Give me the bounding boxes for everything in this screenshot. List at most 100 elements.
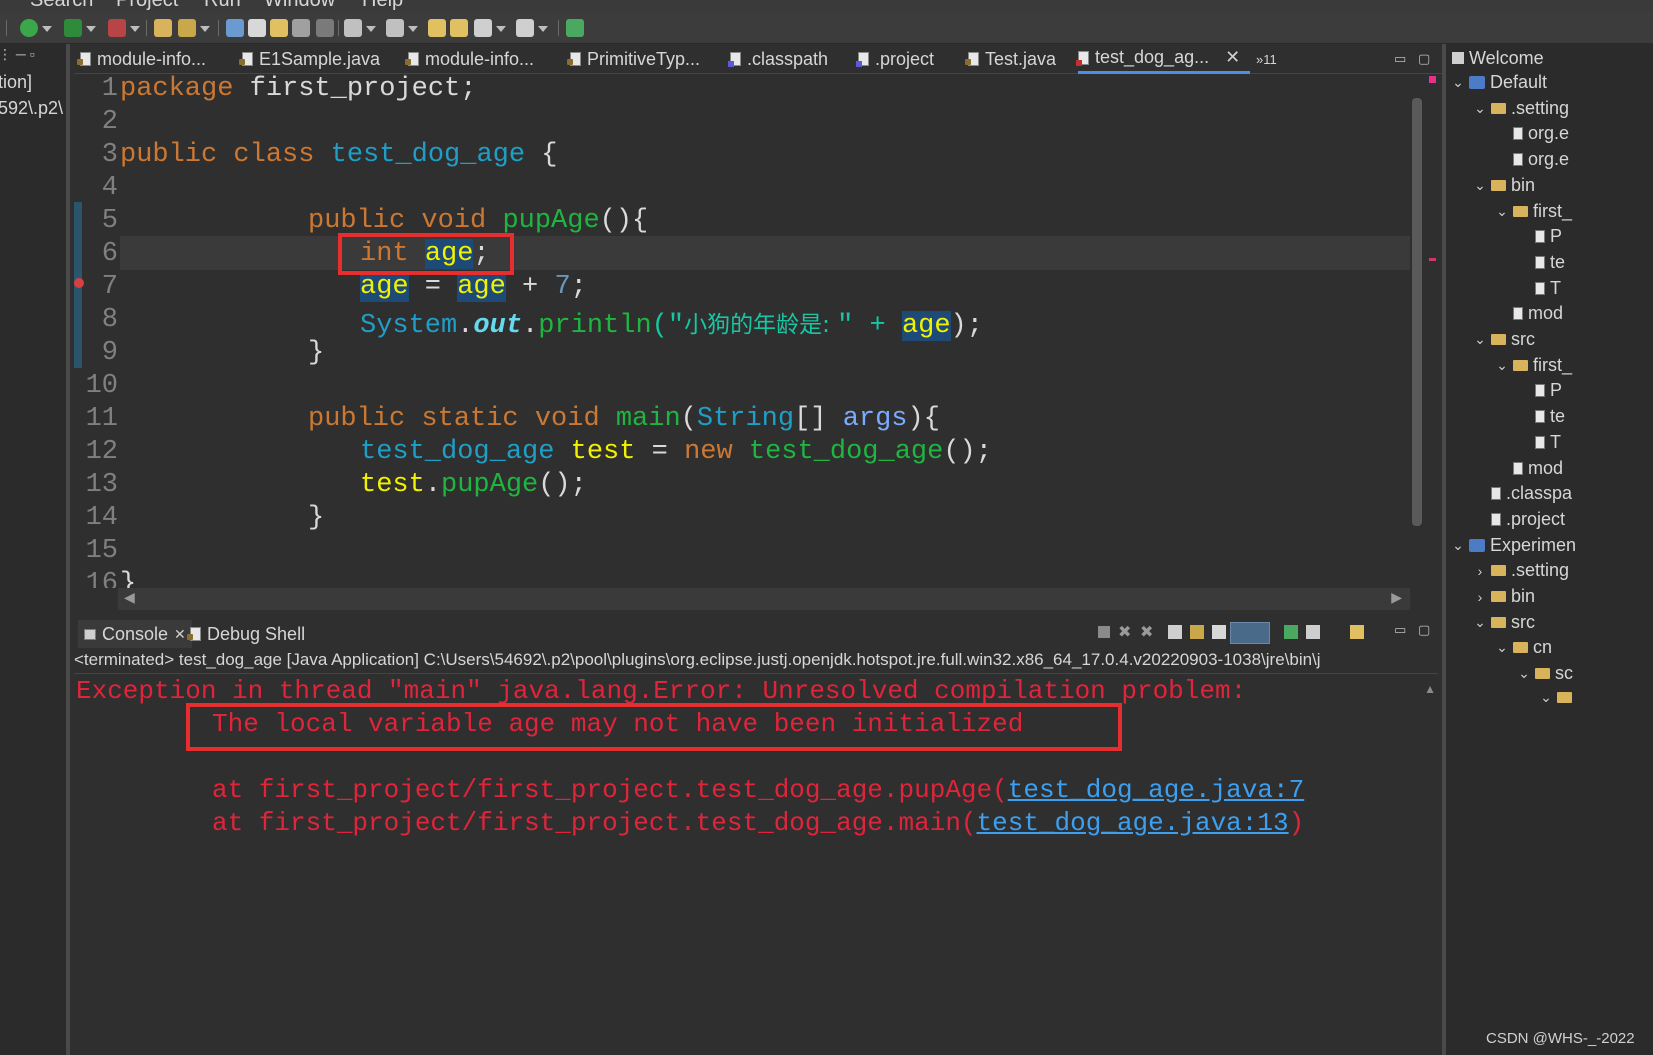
minimize-icon[interactable]: ▭	[1394, 44, 1406, 74]
menu-project[interactable]: Project	[116, 0, 178, 12]
show-console-toggle[interactable]	[1230, 622, 1270, 644]
block-select-icon[interactable]	[292, 19, 310, 37]
tab-console[interactable]: Console ✕	[78, 620, 192, 648]
tree-item[interactable]: .classpa	[1474, 483, 1572, 504]
debug-icon[interactable]	[20, 19, 52, 37]
tab-classpath[interactable]: .classpath	[728, 44, 828, 74]
tree-item[interactable]: ⌄ Default	[1452, 72, 1547, 93]
chevron-down-icon[interactable]: ⌄	[1452, 537, 1464, 554]
stack-frame-link[interactable]: test_dog_age.java:7	[1008, 775, 1304, 805]
coverage-icon[interactable]	[108, 19, 140, 37]
tab-test-dog-age[interactable]: test_dog_ag... ✕	[1076, 44, 1250, 74]
tree-item[interactable]: mod	[1496, 458, 1563, 479]
next-annotation-icon[interactable]	[344, 19, 376, 37]
brush-icon[interactable]	[178, 19, 210, 37]
tree-item[interactable]: te	[1518, 406, 1565, 427]
clear-console-icon[interactable]	[1168, 625, 1182, 639]
tree-item[interactable]: T	[1518, 278, 1561, 299]
minimize-icon[interactable]: ▭	[1394, 622, 1406, 638]
editor-horizontal-scrollbar[interactable]: ◀ ▶	[118, 588, 1410, 610]
menu-run[interactable]: Run	[204, 0, 241, 12]
tree-item[interactable]: P	[1518, 226, 1562, 247]
chevron-right-icon[interactable]: ›	[1474, 563, 1486, 579]
chevron-down-icon[interactable]: ⌄	[1496, 357, 1508, 374]
menu-help[interactable]: Help	[362, 0, 403, 12]
tree-item[interactable]: ⌄	[1540, 689, 1577, 706]
console-scroll-up-icon[interactable]: ▲	[1424, 682, 1436, 696]
open-perspective-icon[interactable]	[566, 19, 584, 37]
open-folder-icon[interactable]	[154, 19, 172, 37]
tree-item[interactable]: .project	[1474, 509, 1565, 530]
remove-all-icon[interactable]: ✖	[1140, 622, 1153, 642]
tree-item[interactable]: ⌄ src	[1474, 329, 1535, 350]
tree-item[interactable]: ⌄ Experimen	[1452, 535, 1576, 556]
tab-debug-shell[interactable]: Debug Shell	[187, 620, 305, 648]
whitespace-icon[interactable]	[316, 19, 334, 37]
stack-frame-link[interactable]: test_dog_age.java:13	[977, 808, 1289, 838]
tree-item[interactable]: ⌄ .setting	[1474, 98, 1569, 119]
chevron-down-icon[interactable]: ⌄	[1496, 639, 1508, 656]
forward-arrow-icon[interactable]	[516, 19, 548, 37]
more-tabs-button[interactable]: »11	[1256, 44, 1277, 74]
tab-project[interactable]: .project	[856, 44, 934, 74]
tree-item[interactable]: ⌄ src	[1474, 612, 1535, 633]
close-tab-icon[interactable]: ✕	[1225, 47, 1240, 68]
view-menu-icon[interactable]: ⋮ ─ ▫	[0, 46, 35, 63]
hierarchy-icon[interactable]	[226, 19, 244, 37]
maximize-icon[interactable]: ▢	[1418, 44, 1430, 74]
chevron-down-icon[interactable]: ⌄	[1474, 177, 1486, 194]
scroll-right-icon[interactable]: ▶	[1391, 589, 1402, 606]
terminate-icon[interactable]	[1098, 626, 1110, 638]
pin-console-icon[interactable]	[1284, 625, 1298, 639]
tree-item[interactable]: › bin	[1474, 586, 1535, 607]
tab-e1sample[interactable]: E1Sample.java	[239, 44, 380, 74]
chevron-down-icon[interactable]: ⌄	[1452, 74, 1464, 91]
tree-item[interactable]: org.e	[1496, 123, 1569, 144]
tab-module-info-2[interactable]: module-info...	[405, 44, 534, 74]
back-arrow-icon[interactable]	[474, 19, 506, 37]
line-number: 9	[101, 338, 118, 368]
maximize-icon[interactable]: ▢	[1418, 622, 1430, 638]
tree-item[interactable]: ⌄ first_	[1496, 355, 1572, 376]
close-tab-icon[interactable]: ✕	[174, 626, 186, 643]
chevron-down-icon[interactable]: ⌄	[1474, 331, 1486, 348]
chevron-down-icon[interactable]: ⌄	[1540, 689, 1552, 706]
chevron-down-icon[interactable]: ⌄	[1496, 203, 1508, 220]
scrollbar-thumb[interactable]	[1412, 98, 1422, 526]
chevron-down-icon[interactable]: ⌄	[1518, 665, 1530, 682]
remove-launch-icon[interactable]: ✖	[1118, 622, 1131, 642]
last-edit-icon[interactable]	[428, 19, 446, 37]
tree-item[interactable]: ⌄ bin	[1474, 175, 1535, 196]
tree-item[interactable]: te	[1518, 252, 1565, 273]
scroll-left-icon[interactable]: ◀	[124, 589, 135, 606]
tree-item[interactable]: mod	[1496, 303, 1563, 324]
error-overview-marker[interactable]	[1429, 258, 1436, 261]
chevron-right-icon[interactable]: ›	[1474, 589, 1486, 605]
tab-primitivetypes[interactable]: PrimitiveTyp...	[567, 44, 700, 74]
tab-test-java[interactable]: Test.java	[965, 44, 1056, 74]
forward-edit-icon[interactable]	[450, 19, 468, 37]
tab-module-info-1[interactable]: module-info...	[77, 44, 206, 74]
menu-search[interactable]: Search	[30, 0, 93, 12]
display-console-icon[interactable]	[1306, 625, 1320, 639]
tree-item[interactable]: T	[1518, 432, 1561, 453]
prev-annotation-icon[interactable]	[386, 19, 418, 37]
error-overview-marker[interactable]	[1429, 76, 1436, 83]
tab-welcome[interactable]: Welcome	[1452, 46, 1544, 70]
tree-item[interactable]: ⌄ cn	[1496, 637, 1552, 658]
mark-occurrences-icon[interactable]	[248, 19, 266, 37]
scroll-lock-icon[interactable]	[1190, 625, 1204, 639]
chevron-down-icon[interactable]: ⌄	[1474, 614, 1486, 631]
word-wrap-icon[interactable]	[1212, 625, 1226, 639]
tree-item[interactable]: ⌄ sc	[1518, 663, 1573, 684]
tree-item[interactable]: ⌄ first_	[1496, 201, 1572, 222]
open-console-icon[interactable]	[1350, 625, 1364, 639]
run-icon[interactable]	[64, 19, 96, 37]
tree-item[interactable]: P	[1518, 380, 1562, 401]
chevron-down-icon[interactable]: ⌄	[1474, 100, 1486, 117]
tree-item[interactable]: › .setting	[1474, 560, 1569, 581]
annotation-icon[interactable]	[270, 19, 288, 37]
tree-item[interactable]: org.e	[1496, 149, 1569, 170]
menu-window[interactable]: Window	[264, 0, 335, 12]
code-editor[interactable]: 1 2 3 4 5 6 7 8 9 10 11 12 13 14 15 16 p…	[74, 74, 1410, 588]
